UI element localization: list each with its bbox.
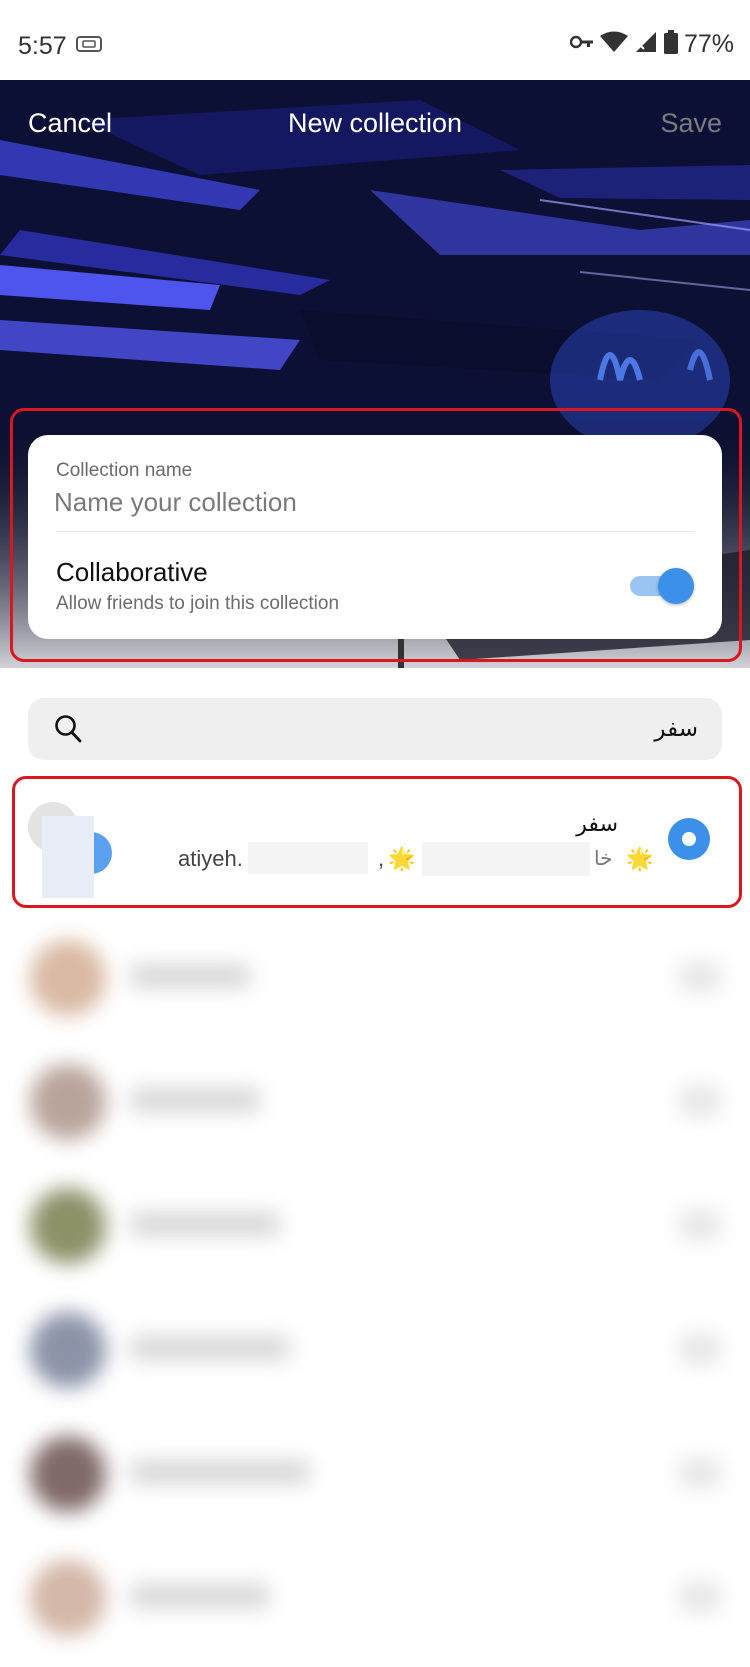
avatar <box>30 940 106 1016</box>
status-bar: 5:57 77% <box>0 0 750 80</box>
toggle-knob <box>658 568 694 604</box>
avatar <box>30 1436 106 1512</box>
subtitle-rtl-text: خا <box>594 846 613 870</box>
search-icon <box>54 714 82 749</box>
list-item-label <box>130 964 250 988</box>
list-item-label <box>130 1212 280 1236</box>
save-button[interactable]: Save <box>660 108 722 139</box>
star-emoji-icon: 🌟 <box>388 846 416 871</box>
list-item-action <box>680 1210 720 1240</box>
divider <box>56 531 694 532</box>
list-item[interactable] <box>0 920 750 1040</box>
cast-icon <box>76 36 102 57</box>
avatar <box>30 1312 106 1388</box>
collection-name-input[interactable] <box>54 483 674 521</box>
redacted-text <box>422 842 590 876</box>
list-item[interactable] <box>0 1168 750 1288</box>
result-subtitle: atiyeh. , 🌟 خا 🌟 <box>178 842 668 876</box>
status-time: 5:57 <box>18 32 67 60</box>
signal-icon <box>633 31 658 58</box>
page-title: New collection <box>287 108 463 138</box>
list-item[interactable] <box>0 1416 750 1536</box>
list-item-label <box>130 1584 270 1608</box>
search-bar[interactable] <box>28 698 722 760</box>
wifi-icon <box>599 31 628 58</box>
list-item-action <box>680 1458 720 1488</box>
blurred-results-list <box>0 920 750 1667</box>
collaborative-toggle[interactable] <box>630 567 694 604</box>
subtitle-comma: , <box>378 846 385 871</box>
list-item-action <box>680 1582 720 1612</box>
list-item-action <box>680 962 720 992</box>
result-title: سفر <box>576 812 618 837</box>
list-item-label <box>130 1460 310 1484</box>
vpn-key-icon <box>569 34 594 55</box>
redacted-text <box>248 842 368 874</box>
collaborative-subtitle: Allow friends to join this collection <box>56 593 340 614</box>
collection-name-label: Collection name <box>56 460 193 481</box>
battery-icon <box>663 30 678 59</box>
avatar-redaction <box>42 816 94 898</box>
cancel-button[interactable]: Cancel <box>28 108 112 139</box>
battery-percent: 77% <box>683 30 734 58</box>
avatar <box>30 1188 106 1264</box>
collection-form-card: Collection name Collaborative Allow frie… <box>28 435 722 639</box>
avatar <box>30 1064 106 1140</box>
list-item[interactable] <box>0 1044 750 1164</box>
subtitle-username: atiyeh. <box>178 846 243 871</box>
result-row[interactable]: سفر atiyeh. , 🌟 خا 🌟 <box>14 776 740 906</box>
list-item-action <box>680 1086 720 1116</box>
list-item-label <box>130 1088 260 1112</box>
list-item[interactable] <box>0 1540 750 1660</box>
list-item-action <box>680 1334 720 1364</box>
list-item[interactable] <box>0 1292 750 1412</box>
star-emoji-icon: 🌟 <box>626 846 654 871</box>
radio-dot <box>682 832 696 846</box>
avatar <box>30 1560 106 1636</box>
collaborative-title: Collaborative <box>56 557 208 587</box>
selected-radio-button[interactable] <box>668 818 710 860</box>
top-nav: New collection Cancel Save <box>0 108 750 164</box>
search-input[interactable] <box>108 708 698 750</box>
list-item-label <box>130 1336 290 1360</box>
